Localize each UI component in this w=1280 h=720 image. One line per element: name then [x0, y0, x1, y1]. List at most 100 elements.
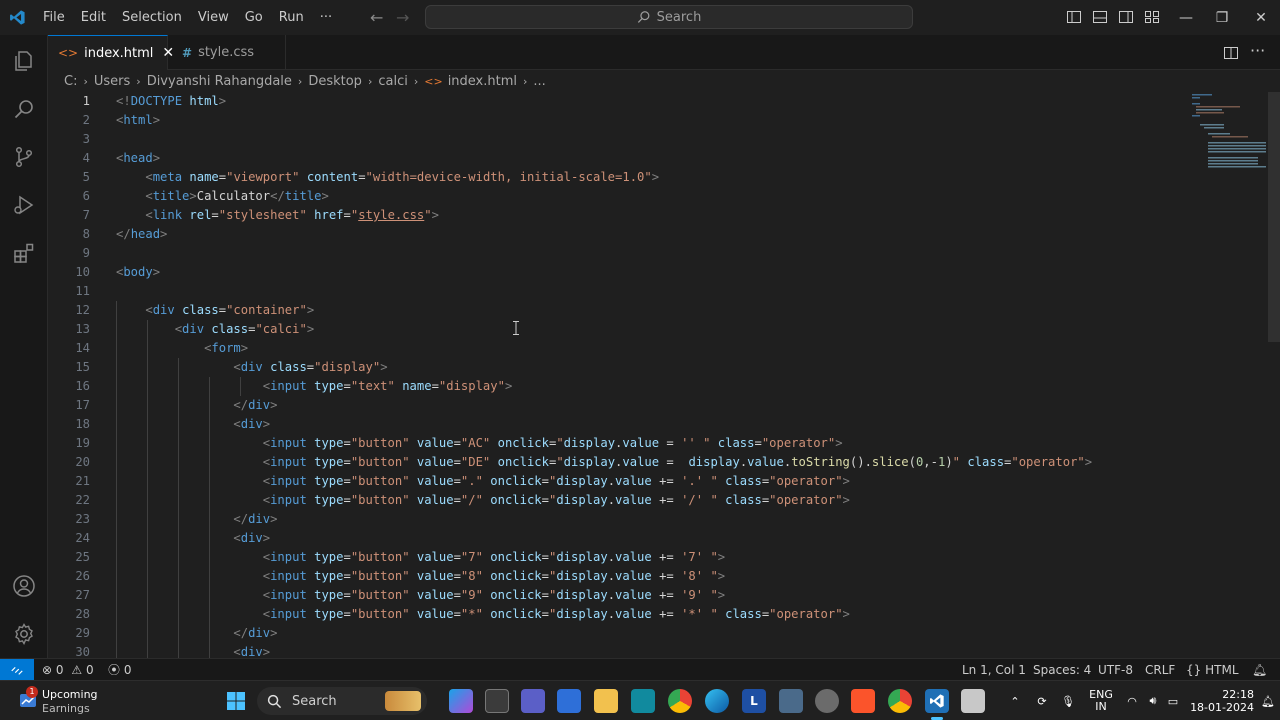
- explorer-icon[interactable]: [0, 37, 48, 85]
- breadcrumb-desktop[interactable]: Desktop: [308, 74, 362, 89]
- settings-gear-icon[interactable]: [0, 610, 48, 658]
- code-line[interactable]: 13 <div class="calci">: [48, 320, 1188, 339]
- code-line[interactable]: 8 </head>: [48, 225, 1188, 244]
- more-actions-icon[interactable]: ···: [1250, 41, 1265, 60]
- brave-icon[interactable]: [851, 689, 875, 713]
- remote-indicator-button[interactable]: [0, 659, 34, 681]
- language-mode[interactable]: {} HTML: [1186, 659, 1239, 681]
- code-line[interactable]: 15 <div class="display">: [48, 358, 1188, 377]
- code-line[interactable]: 22 <input type="button" value="/" onclic…: [48, 491, 1188, 510]
- code-line[interactable]: 26 <input type="button" value="8" onclic…: [48, 567, 1188, 586]
- code-line[interactable]: 2 <html>: [48, 111, 1188, 130]
- code-line[interactable]: 10 <body>: [48, 263, 1188, 282]
- edge-icon[interactable]: [705, 689, 729, 713]
- command-center-search[interactable]: Search: [425, 5, 913, 29]
- wifi-icon[interactable]: ◠: [1122, 681, 1142, 720]
- microphone-icon[interactable]: 🎙︎: [1058, 681, 1078, 720]
- menu-selection[interactable]: Selection: [114, 0, 190, 35]
- code-line[interactable]: 28 <input type="button" value="*" onclic…: [48, 605, 1188, 624]
- split-editor-icon[interactable]: [1223, 45, 1239, 61]
- show-hidden-icons-chevron-icon[interactable]: ⌃: [1006, 681, 1024, 720]
- indentation[interactable]: Spaces: 4: [1033, 659, 1091, 681]
- vscode-logo-icon[interactable]: [0, 0, 35, 35]
- menu-edit[interactable]: Edit: [73, 0, 114, 35]
- settings-app-icon[interactable]: [815, 689, 839, 713]
- code-line[interactable]: 24 <div>: [48, 529, 1188, 548]
- code-line[interactable]: 3: [48, 130, 1188, 149]
- breadcrumb-folder[interactable]: calci: [378, 74, 408, 89]
- problems-indicator[interactable]: ⊗ 0 ⚠ 0: [42, 659, 94, 681]
- run-debug-icon[interactable]: [0, 181, 48, 229]
- code-line[interactable]: 12 <div class="container">: [48, 301, 1188, 320]
- vscode-taskbar-icon[interactable]: [925, 689, 949, 713]
- tab-style-css[interactable]: # style.css: [168, 35, 286, 70]
- menu-view[interactable]: View: [190, 0, 237, 35]
- cursor-position[interactable]: Ln 1, Col 1: [962, 659, 1026, 681]
- breadcrumb-symbol[interactable]: ...: [533, 74, 545, 89]
- minimap[interactable]: [1190, 92, 1266, 172]
- menu-go[interactable]: Go: [237, 0, 271, 35]
- forward-arrow-icon[interactable]: →: [396, 8, 409, 27]
- accounts-icon[interactable]: [0, 562, 48, 610]
- code-line[interactable]: 29 </div>: [48, 624, 1188, 643]
- ports-indicator[interactable]: ⦿ 0: [108, 659, 131, 681]
- menu-more[interactable]: ···: [312, 0, 340, 35]
- snipping-tool-icon[interactable]: [779, 689, 803, 713]
- scrollbar-thumb[interactable]: [1268, 92, 1280, 342]
- code-line[interactable]: 17 </div>: [48, 396, 1188, 415]
- breadcrumb-drive[interactable]: C:: [64, 74, 77, 89]
- back-arrow-icon[interactable]: ←: [370, 8, 383, 27]
- toggle-secondary-sidebar-icon[interactable]: [1118, 9, 1134, 25]
- code-line[interactable]: 16 <input type="text" name="display">: [48, 377, 1188, 396]
- code-line[interactable]: 23 </div>: [48, 510, 1188, 529]
- code-line[interactable]: 5 <meta name="viewport" content="width=d…: [48, 168, 1188, 187]
- code-line[interactable]: 1 <!DOCTYPE html>: [48, 92, 1188, 111]
- code-line[interactable]: 27 <input type="button" value="9" onclic…: [48, 586, 1188, 605]
- menu-file[interactable]: File: [35, 0, 73, 35]
- code-line[interactable]: 30 <div>: [48, 643, 1188, 658]
- code-line[interactable]: 4 <head>: [48, 149, 1188, 168]
- close-window-button[interactable]: ✕: [1238, 0, 1280, 35]
- notifications-bell-icon[interactable]: 🔔︎: [1252, 659, 1267, 681]
- code-line[interactable]: 14 <form>: [48, 339, 1188, 358]
- input-language[interactable]: ENG IN: [1086, 681, 1116, 720]
- toggle-sidebar-icon[interactable]: [1066, 9, 1082, 25]
- chrome-profile-icon[interactable]: [888, 689, 912, 713]
- toggle-panel-icon[interactable]: [1092, 9, 1108, 25]
- clock[interactable]: 22:18 18-01-2024: [1190, 681, 1254, 720]
- windows-start-icon[interactable]: [224, 689, 248, 713]
- code-line[interactable]: 20 <input type="button" value="DE" oncli…: [48, 453, 1188, 472]
- code-line[interactable]: 11: [48, 282, 1188, 301]
- code-line[interactable]: 6 <title>Calculator</title>: [48, 187, 1188, 206]
- code-line[interactable]: 21 <input type="button" value="." onclic…: [48, 472, 1188, 491]
- customize-layout-icon[interactable]: [1144, 9, 1160, 25]
- volume-icon[interactable]: 🔊︎: [1143, 681, 1163, 720]
- code-line[interactable]: 18 <div>: [48, 415, 1188, 434]
- code-line[interactable]: 25 <input type="button" value="7" onclic…: [48, 548, 1188, 567]
- battery-icon[interactable]: ▭: [1163, 681, 1183, 720]
- end-of-line[interactable]: CRLF: [1145, 659, 1175, 681]
- tab-index-html[interactable]: <> index.html ✕: [48, 35, 174, 70]
- breadcrumb-user[interactable]: Divyanshi Rahangdale: [147, 74, 292, 89]
- code-line[interactable]: 9: [48, 244, 1188, 263]
- code-line[interactable]: 19 <input type="button" value="AC" oncli…: [48, 434, 1188, 453]
- task-view-icon[interactable]: [485, 689, 509, 713]
- breadcrumb-users[interactable]: Users: [94, 74, 130, 89]
- sync-icon[interactable]: ⟳: [1032, 681, 1052, 720]
- notification-center-icon[interactable]: 🔔︎: [1260, 681, 1276, 720]
- teams-chat-icon[interactable]: [521, 689, 545, 713]
- encoding[interactable]: UTF-8: [1098, 659, 1133, 681]
- store-icon[interactable]: [557, 689, 581, 713]
- taskbar-search[interactable]: Search: [257, 687, 427, 715]
- chrome-icon[interactable]: [668, 689, 692, 713]
- file-explorer-icon[interactable]: [594, 689, 618, 713]
- extensions-icon[interactable]: [0, 229, 48, 277]
- search-view-icon[interactable]: [0, 85, 48, 133]
- widgets-button[interactable]: 1 Upcoming Earnings: [14, 686, 134, 716]
- breadcrumb-file[interactable]: index.html: [448, 74, 517, 89]
- source-control-icon[interactable]: [0, 133, 48, 181]
- code-line[interactable]: 7 <link rel="stylesheet" href="style.css…: [48, 206, 1188, 225]
- snip-app-icon[interactable]: [961, 689, 985, 713]
- photos-app-icon[interactable]: [631, 689, 655, 713]
- l-app-icon[interactable]: L: [742, 689, 766, 713]
